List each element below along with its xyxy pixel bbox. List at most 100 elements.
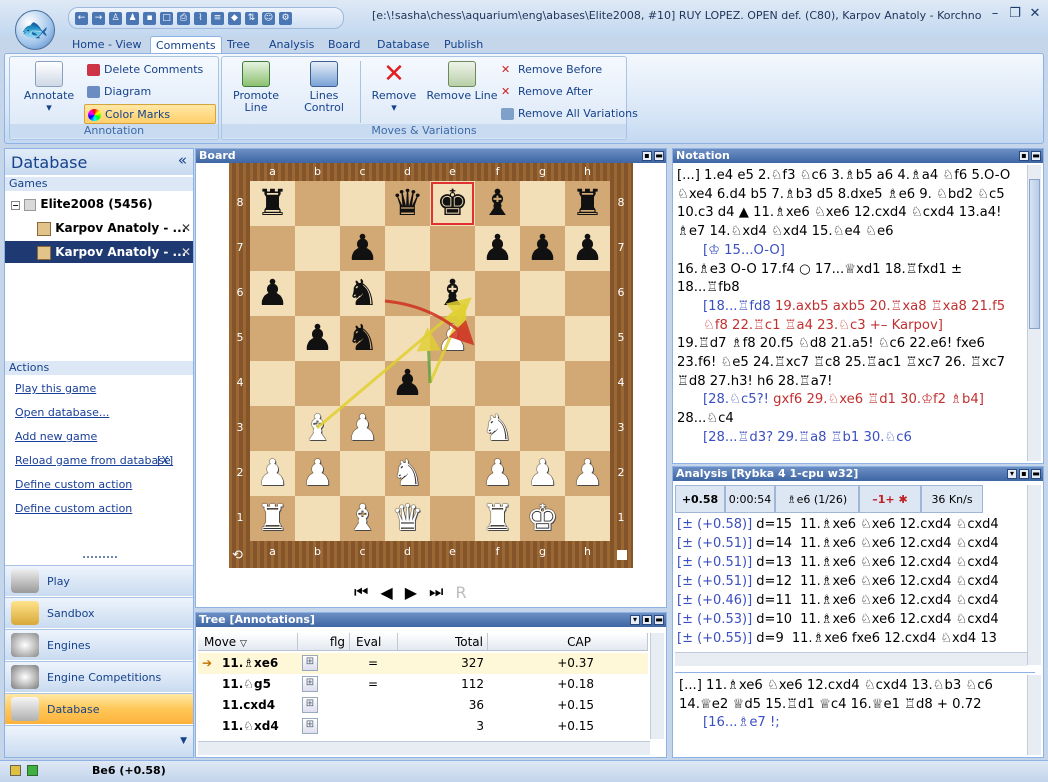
square-a1[interactable]: ♜: [250, 496, 295, 541]
white-pawn-icon[interactable]: ♟: [301, 455, 333, 492]
variation-2-start[interactable]: [18...♖fd8: [703, 299, 771, 314]
panel-close-icon[interactable]: ▬: [1031, 151, 1041, 161]
panel-dock-icon[interactable]: ▪: [1019, 469, 1029, 479]
variation-3-start[interactable]: [28.♘c5?!: [703, 392, 769, 407]
square-b8[interactable]: [295, 181, 340, 226]
black-pawn-icon[interactable]: ♟: [526, 230, 558, 267]
square-c7[interactable]: ♟: [340, 226, 385, 271]
square-c8[interactable]: [340, 181, 385, 226]
remove-all-variations-button[interactable]: Remove All Variations: [498, 104, 638, 124]
square-b3[interactable]: ♝: [295, 406, 340, 451]
settings-icon[interactable]: ⚙: [279, 11, 292, 25]
square-d1[interactable]: ♛: [385, 496, 430, 541]
analysis-note-variation[interactable]: [16...♗e7 !;: [679, 715, 780, 730]
action-define-custom-2[interactable]: Define custom action: [15, 502, 132, 515]
square-f6[interactable]: [475, 271, 520, 316]
square-h2[interactable]: ♟: [565, 451, 610, 496]
white-queen-icon[interactable]: ♛: [391, 500, 423, 537]
black-knight-icon[interactable]: ♞: [346, 275, 378, 312]
nav-engines[interactable]: Engines: [5, 629, 193, 660]
square-f2[interactable]: ♟: [475, 451, 520, 496]
square-g2[interactable]: ♟: [520, 451, 565, 496]
square-c4[interactable]: [340, 361, 385, 406]
square-c3[interactable]: ♟: [340, 406, 385, 451]
variation-3-body[interactable]: gxf6 29.♘xe6 ♖d1 30.♔f2 ♗b4]: [773, 392, 984, 407]
black-bishop-icon[interactable]: ♝: [481, 185, 513, 222]
nav-play[interactable]: Play: [5, 565, 193, 596]
col-move[interactable]: Move ▽: [198, 633, 298, 651]
square-h8[interactable]: ♜: [565, 181, 610, 226]
color-marks-button[interactable]: Color Marks: [84, 104, 216, 124]
square-h1[interactable]: [565, 496, 610, 541]
analysis-line[interactable]: [± (+0.51)] d=12 11.♗xe6 ♘xe6 12.cxd4 ♘c…: [677, 574, 999, 589]
database-icon[interactable]: ≡: [211, 11, 224, 25]
nav-options-arrow-icon[interactable]: ▼: [180, 736, 187, 746]
annotate-button[interactable]: Annotate ▾: [14, 61, 84, 114]
chess-board[interactable]: ♜ ♛ ♚ ♝ ♜ ♟ ♟ ♟ ♟ ♟ ♞ ♝ ♟ ♞ ♟ ♟ ♝ ♟ ♞ ♟ ♟ ♞ ♟ ♟ ♟ ♜ ♝ ♛ ♜ ♚: [250, 181, 610, 541]
col-cap[interactable]: CAP: [488, 633, 648, 651]
square-g5[interactable]: [520, 316, 565, 361]
collapse-button[interactable]: «: [178, 151, 187, 169]
last-move-icon[interactable]: ⏭: [429, 582, 443, 602]
variation-4[interactable]: [28...♖d3? 29.♖a8 ♖b1 30.♘c6: [677, 429, 1027, 448]
panel-dock-icon[interactable]: ▪: [642, 151, 652, 161]
square-h5[interactable]: [565, 316, 610, 361]
action-play-this-game[interactable]: Play this game: [15, 382, 96, 395]
square-h3[interactable]: [565, 406, 610, 451]
square-b2[interactable]: ♟: [295, 451, 340, 496]
status-icon-2[interactable]: [27, 765, 38, 776]
black-bishop-icon[interactable]: ♝: [436, 275, 468, 312]
forward-icon[interactable]: →: [92, 11, 105, 25]
flip-board-icon[interactable]: ⟲: [232, 548, 243, 563]
white-pawn-icon[interactable]: ♟: [571, 455, 603, 492]
analysis-line[interactable]: [± (+0.46)] d=11 11.♗xe6 ♘xe6 12.cxd4 ♘c…: [677, 593, 999, 608]
flag-grid-icon[interactable]: ⊞: [302, 655, 318, 671]
tab-board[interactable]: Board: [323, 36, 365, 54]
action-define-custom-1[interactable]: Define custom action: [15, 478, 132, 491]
tree-row[interactable]: 11.♘xd4 ⊞ 3 +0.15: [198, 716, 648, 737]
promote-line-button[interactable]: Promote Line: [226, 61, 286, 114]
white-rook-icon[interactable]: ♜: [256, 500, 288, 537]
black-pawn-icon[interactable]: ♟: [256, 275, 288, 312]
white-king-icon[interactable]: ♚: [526, 500, 558, 537]
diagram-button[interactable]: Diagram: [84, 82, 151, 102]
square-f8[interactable]: ♝: [475, 181, 520, 226]
square-e2[interactable]: [430, 451, 475, 496]
save-icon[interactable]: ▪: [143, 11, 156, 25]
analysis-hscrollbar[interactable]: [675, 652, 1027, 666]
panel-close-icon[interactable]: ▬: [1031, 469, 1041, 479]
first-move-icon[interactable]: ⏮: [354, 582, 368, 602]
tab-home-view[interactable]: Home - View: [67, 36, 147, 54]
next-move-icon[interactable]: ▶: [405, 583, 417, 602]
reload-close-tag[interactable]: [X]: [157, 454, 173, 467]
action-open-database[interactable]: Open database...: [15, 406, 109, 419]
print-icon[interactable]: ⎙: [177, 11, 190, 25]
panel-dock-icon[interactable]: ▪: [642, 615, 652, 625]
action-reload-game[interactable]: Reload game from database: [15, 454, 171, 467]
square-e7[interactable]: [430, 226, 475, 271]
back-icon[interactable]: ←: [75, 11, 88, 25]
white-piece-icon[interactable]: ♙: [109, 11, 122, 25]
square-h4[interactable]: [565, 361, 610, 406]
tab-tree[interactable]: Tree: [222, 36, 255, 54]
square-f5[interactable]: [475, 316, 520, 361]
variation-1[interactable]: [♔ 15...O-O]: [677, 242, 1027, 261]
square-g6[interactable]: [520, 271, 565, 316]
prev-move-icon[interactable]: ◀: [380, 583, 392, 602]
square-g7[interactable]: ♟: [520, 226, 565, 271]
square-a4[interactable]: [250, 361, 295, 406]
tree-hscrollbar[interactable]: [198, 741, 650, 755]
tree-node-game-2[interactable]: Karpov Anatoly - ... ✕: [5, 241, 193, 263]
splitter-grip[interactable]: [83, 556, 117, 560]
black-pawn-icon[interactable]: ♟: [346, 230, 378, 267]
close-game-icon[interactable]: ✕: [181, 241, 191, 263]
analysis-line[interactable]: [± (+0.51)] d=14 11.♗xe6 ♘xe6 12.cxd4 ♘c…: [677, 536, 999, 551]
white-pawn-icon[interactable]: ♟: [526, 455, 558, 492]
square-e1[interactable]: [430, 496, 475, 541]
analysis-line[interactable]: [± (+0.53)] d=10 11.♗xe6 ♘xe6 12.cxd4 ♘c…: [677, 612, 999, 627]
tab-publish[interactable]: Publish: [439, 36, 488, 54]
square-a8[interactable]: ♜: [250, 181, 295, 226]
square-a7[interactable]: [250, 226, 295, 271]
tab-analysis[interactable]: Analysis: [264, 36, 319, 54]
analysis-line[interactable]: [± (+0.58)] d=15 11.♗xe6 ♘xe6 12.cxd4 ♘c…: [677, 517, 999, 532]
